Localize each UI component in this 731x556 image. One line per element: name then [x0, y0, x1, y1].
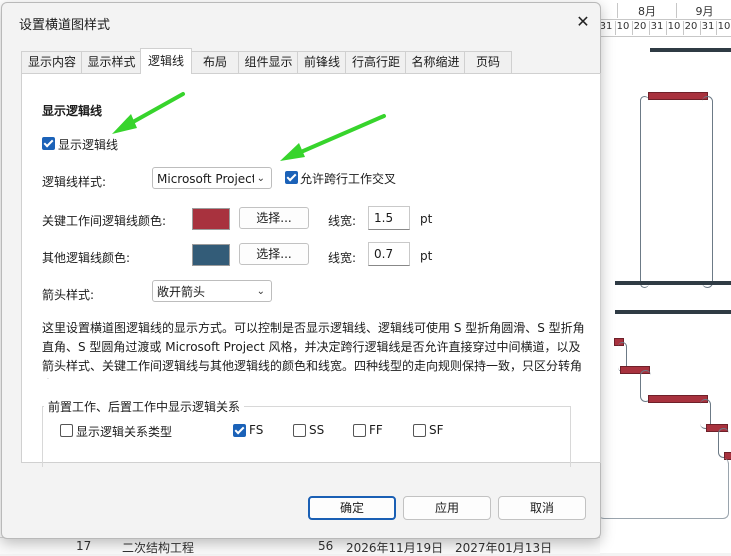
green-arrow-icon — [112, 92, 185, 134]
annotation-arrows — [112, 92, 386, 161]
green-arrow-icon — [280, 114, 386, 161]
tab-logic-lines[interactable]: 逻辑线 — [140, 48, 192, 74]
